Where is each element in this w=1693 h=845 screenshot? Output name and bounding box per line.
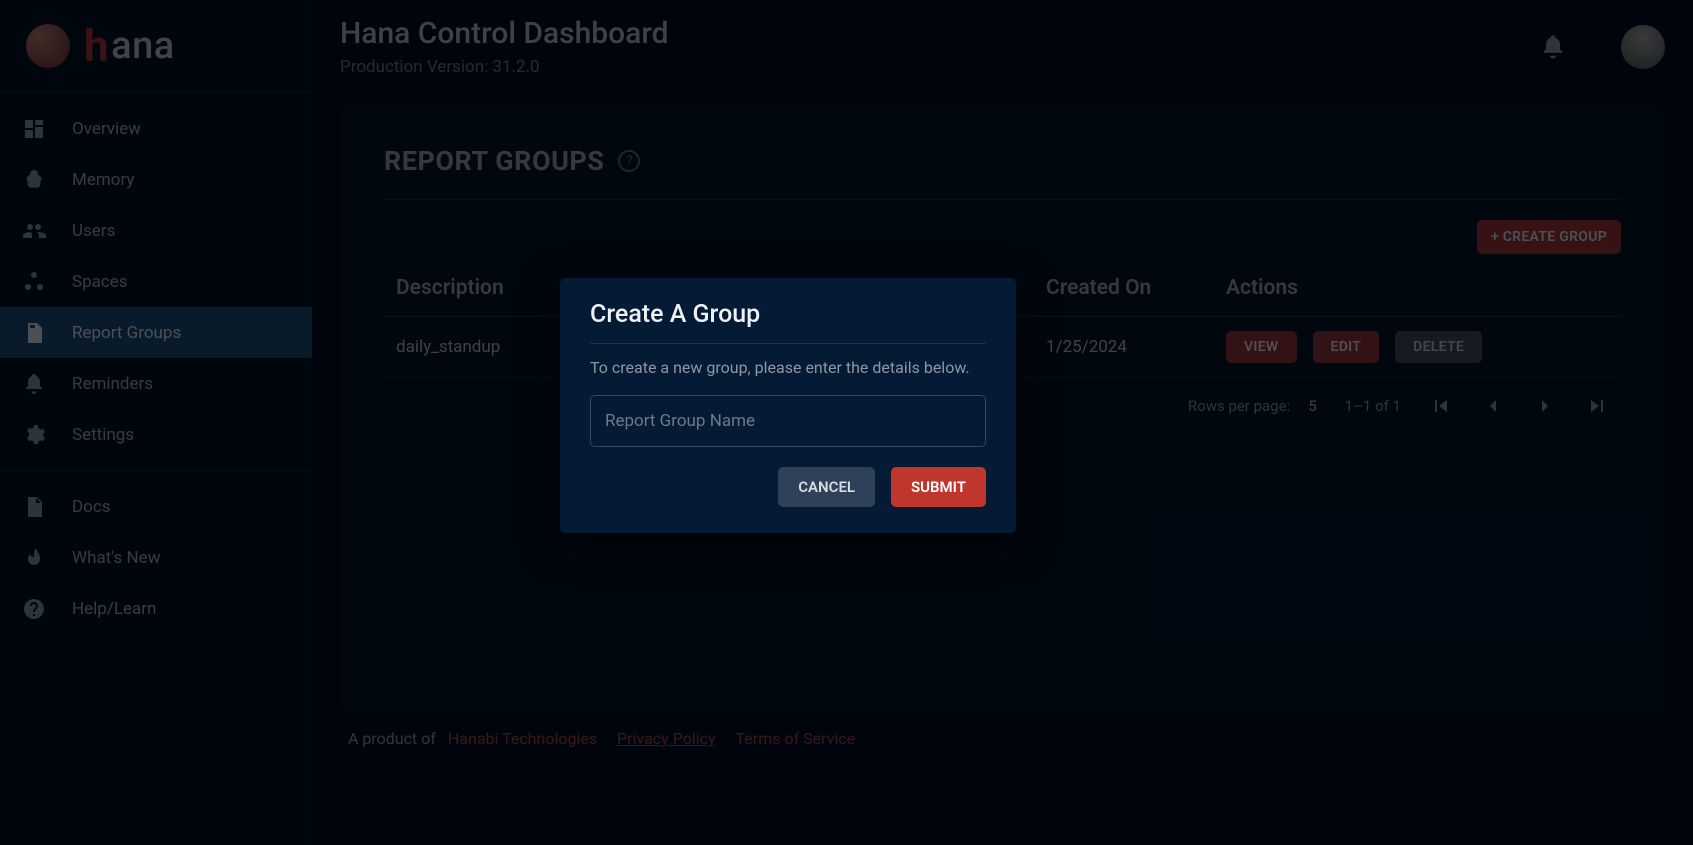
modal-title: Create A Group [590,300,986,344]
submit-button[interactable]: SUBMIT [891,467,986,507]
modal-actions: CANCEL SUBMIT [590,447,986,507]
modal-description: To create a new group, please enter the … [590,344,986,395]
report-group-name-input[interactable] [590,395,986,447]
create-group-modal: Create A Group To create a new group, pl… [560,278,1016,533]
cancel-button[interactable]: CANCEL [778,467,875,507]
